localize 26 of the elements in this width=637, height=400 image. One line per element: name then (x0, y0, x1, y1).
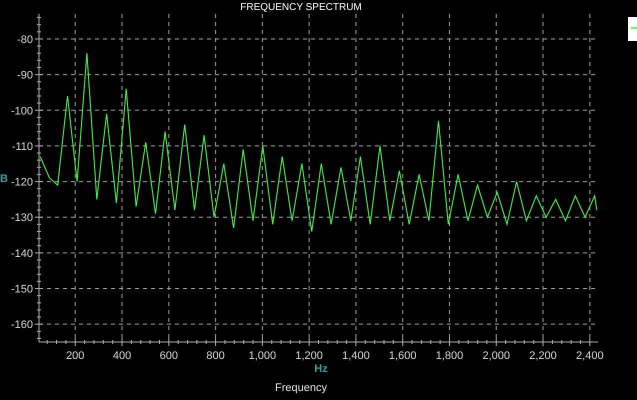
x-tick-label: 400 (112, 350, 132, 362)
x-tick-label: 2,200 (529, 350, 557, 362)
x-tick-label: 200 (66, 350, 84, 362)
x-axis-title: Hz (314, 363, 328, 375)
y-tick-label: -150 (10, 284, 33, 296)
y-tick-label: -100 (10, 105, 33, 118)
x-tick-label: 600 (160, 350, 178, 362)
y-tick-label: -110 (12, 140, 33, 153)
y-tick-label: -140 (10, 248, 33, 260)
y-tick-label: -120 (10, 176, 33, 189)
y-axis-title: B (0, 173, 8, 185)
x-tick-label: 1,200 (295, 350, 323, 362)
x-tick-label: 1,800 (436, 350, 464, 362)
axis-caption: Frequency (275, 382, 327, 394)
y-tick-label: -130 (10, 212, 33, 224)
x-tick-label: 2,400 (576, 350, 604, 362)
y-tick-label: -80 (17, 34, 33, 46)
x-tick-label: 1,000 (248, 350, 276, 362)
chart-title: FREQUENCY SPECTRUM (240, 2, 362, 13)
x-tick-label: 1,600 (388, 350, 416, 362)
legend-swatch (628, 17, 637, 41)
x-tick-label: 800 (206, 350, 225, 362)
y-tick-label: -160 (10, 319, 33, 332)
x-tick-label: 1,400 (342, 350, 370, 362)
x-tick-label: 2,000 (482, 350, 510, 362)
y-tick-label: -90 (17, 70, 33, 82)
